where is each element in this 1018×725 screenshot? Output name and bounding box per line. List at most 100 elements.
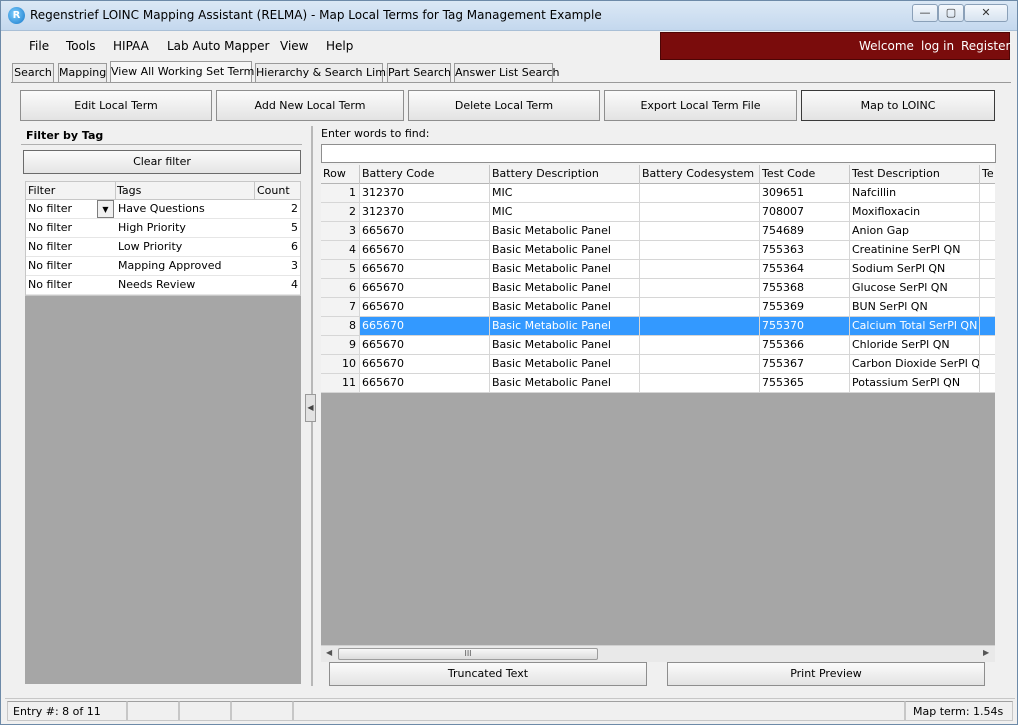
header-test-description[interactable]: Test Description <box>850 165 980 184</box>
test-code-cell[interactable]: 755369 <box>760 298 850 317</box>
row-number-cell[interactable]: 3 <box>321 222 360 241</box>
tag-filter-select[interactable]: No filter <box>28 238 116 256</box>
row-number-cell[interactable]: 9 <box>321 336 360 355</box>
table-row[interactable]: 2 312370 MIC 708007 Moxifloxacin <box>321 203 995 222</box>
battery-description-cell[interactable]: Basic Metabolic Panel <box>490 374 640 393</box>
truncated-column-cell[interactable] <box>980 241 995 260</box>
row-number-cell[interactable]: 5 <box>321 260 360 279</box>
search-input[interactable] <box>321 144 996 163</box>
truncated-text-button[interactable]: Truncated Text <box>329 662 647 686</box>
truncated-column-cell[interactable] <box>980 184 995 203</box>
row-number-cell[interactable]: 2 <box>321 203 360 222</box>
menu-file[interactable]: File <box>29 39 49 53</box>
title-bar[interactable]: R Regenstrief LOINC Mapping Assistant (R… <box>1 1 1017 31</box>
table-row[interactable]: 3 665670 Basic Metabolic Panel 754689 Anion … <box>321 222 995 241</box>
battery-codesystem-cell[interactable] <box>640 203 760 222</box>
test-description-cell[interactable]: Sodium SerPl QN <box>850 260 980 279</box>
test-description-cell[interactable]: Creatinine SerPl QN <box>850 241 980 260</box>
test-code-cell[interactable]: 755367 <box>760 355 850 374</box>
battery-description-cell[interactable]: MIC <box>490 203 640 222</box>
header-filter[interactable]: Filter <box>28 182 116 200</box>
scrollbar-thumb[interactable]: III <box>338 648 598 660</box>
test-description-cell[interactable]: Glucose SerPl QN <box>850 279 980 298</box>
battery-codesystem-cell[interactable] <box>640 317 760 336</box>
battery-description-cell[interactable]: Basic Metabolic Panel <box>490 317 640 336</box>
battery-codesystem-cell[interactable] <box>640 336 760 355</box>
scroll-left-icon[interactable]: ◀ <box>326 648 332 657</box>
table-row[interactable]: 5 665670 Basic Metabolic Panel 755364 Sodium… <box>321 260 995 279</box>
table-row[interactable]: 11 665670 Basic Metabolic Panel 755365 Potas… <box>321 374 995 393</box>
header-test-code[interactable]: Test Code <box>760 165 850 184</box>
test-code-cell[interactable]: 754689 <box>760 222 850 241</box>
tag-filter-select[interactable]: No filter <box>28 276 116 294</box>
battery-code-cell[interactable]: 665670 <box>360 336 490 355</box>
row-number-cell[interactable]: 10 <box>321 355 360 374</box>
battery-code-cell[interactable]: 665670 <box>360 298 490 317</box>
test-code-cell[interactable]: 708007 <box>760 203 850 222</box>
header-tags[interactable]: Tags <box>117 182 255 200</box>
menu-help[interactable]: Help <box>326 39 353 53</box>
header-battery-description[interactable]: Battery Description <box>490 165 640 184</box>
row-number-cell[interactable]: 4 <box>321 241 360 260</box>
truncated-column-cell[interactable] <box>980 298 995 317</box>
test-code-cell[interactable]: 755364 <box>760 260 850 279</box>
test-description-cell[interactable]: Carbon Dioxide SerPl QN <box>850 355 980 374</box>
login-link[interactable]: log in <box>921 39 954 53</box>
header-count[interactable]: Count <box>257 182 302 200</box>
battery-description-cell[interactable]: Basic Metabolic Panel <box>490 298 640 317</box>
row-number-cell[interactable]: 7 <box>321 298 360 317</box>
minimize-button[interactable]: — <box>912 4 938 22</box>
header-battery-code[interactable]: Battery Code <box>360 165 490 184</box>
battery-codesystem-cell[interactable] <box>640 184 760 203</box>
truncated-column-cell[interactable] <box>980 260 995 279</box>
edit-local-term-button[interactable]: Edit Local Term <box>20 90 212 121</box>
header-row[interactable]: Row <box>321 165 360 184</box>
close-button[interactable]: ✕ <box>964 4 1008 22</box>
truncated-column-cell[interactable] <box>980 203 995 222</box>
truncated-column-cell[interactable] <box>980 374 995 393</box>
row-number-cell[interactable]: 11 <box>321 374 360 393</box>
battery-code-cell[interactable]: 665670 <box>360 222 490 241</box>
tag-filter-select[interactable]: No filter <box>28 219 116 237</box>
test-code-cell[interactable]: 755368 <box>760 279 850 298</box>
clear-filter-button[interactable]: Clear filter <box>23 150 301 174</box>
table-row[interactable]: 6 665670 Basic Metabolic Panel 755368 Glucos… <box>321 279 995 298</box>
battery-description-cell[interactable]: Basic Metabolic Panel <box>490 355 640 374</box>
horizontal-scrollbar[interactable]: ◀ III ▶ <box>321 645 995 662</box>
battery-code-cell[interactable]: 665670 <box>360 241 490 260</box>
test-description-cell[interactable]: BUN SerPl QN <box>850 298 980 317</box>
battery-codesystem-cell[interactable] <box>640 260 760 279</box>
test-code-cell[interactable]: 755370 <box>760 317 850 336</box>
battery-description-cell[interactable]: Basic Metabolic Panel <box>490 222 640 241</box>
table-row[interactable]: 7 665670 Basic Metabolic Panel 755369 BUN Se… <box>321 298 995 317</box>
battery-code-cell[interactable]: 665670 <box>360 374 490 393</box>
row-number-cell[interactable]: 8 <box>321 317 360 336</box>
test-description-cell[interactable]: Nafcillin <box>850 184 980 203</box>
battery-description-cell[interactable]: Basic Metabolic Panel <box>490 260 640 279</box>
battery-description-cell[interactable]: Basic Metabolic Panel <box>490 336 640 355</box>
table-row[interactable]: 1 312370 MIC 309651 Nafcillin <box>321 184 995 203</box>
table-row[interactable]: 10 665670 Basic Metabolic Panel 755367 Carbo… <box>321 355 995 374</box>
scroll-right-icon[interactable]: ▶ <box>983 648 989 657</box>
tab-hierarchy-search-limits[interactable]: Hierarchy & Search Limits <box>255 63 399 82</box>
tag-row[interactable]: No filter Mapping Approved 3 <box>26 257 300 276</box>
battery-code-cell[interactable]: 665670 <box>360 355 490 374</box>
tag-row[interactable]: No filter High Priority 5 <box>26 219 300 238</box>
battery-codesystem-cell[interactable] <box>640 298 760 317</box>
battery-codesystem-cell[interactable] <box>640 222 760 241</box>
test-code-cell[interactable]: 755365 <box>760 374 850 393</box>
truncated-column-cell[interactable] <box>980 355 995 374</box>
table-row[interactable]: 8 665670 Basic Metabolic Panel 755370 Calciu… <box>321 317 995 336</box>
menu-lab-auto-mapper[interactable]: Lab Auto Mapper <box>167 39 269 53</box>
header-battery-codesystem[interactable]: Battery Codesystem <box>640 165 760 184</box>
test-description-cell[interactable]: Moxifloxacin <box>850 203 980 222</box>
header-truncated-column[interactable]: Te <box>980 165 995 184</box>
tab-mapping[interactable]: Mapping <box>58 63 107 82</box>
test-code-cell[interactable]: 309651 <box>760 184 850 203</box>
chevron-down-icon[interactable]: ▼ <box>97 200 114 218</box>
menu-hipaa[interactable]: HIPAA <box>113 39 149 53</box>
tag-row[interactable]: No filter Low Priority 6 <box>26 238 300 257</box>
truncated-column-cell[interactable] <box>980 222 995 241</box>
battery-description-cell[interactable]: MIC <box>490 184 640 203</box>
row-number-cell[interactable]: 6 <box>321 279 360 298</box>
